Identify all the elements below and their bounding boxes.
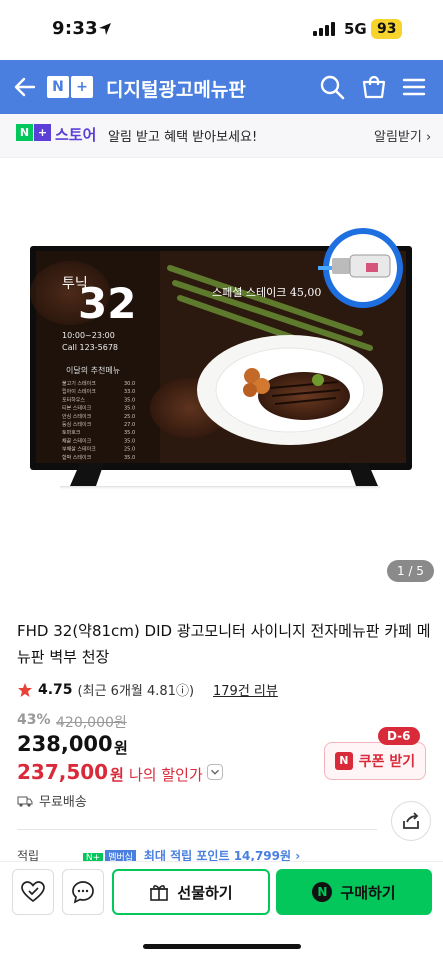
screen-menu-item: 함박 스테이크 [62, 454, 92, 461]
screen-menu-title: 이달의 추천메뉴 [66, 365, 120, 375]
coupon-n-icon: N [334, 752, 353, 770]
signal-icon [313, 22, 335, 36]
coupon-button[interactable]: N 쿠폰 받기 [324, 742, 426, 780]
my-price-label: 나의 할인가 [129, 766, 203, 784]
screen-special: 스페셜 스테이크 45,00 [212, 286, 321, 299]
talktalk-button[interactable] [62, 869, 104, 915]
banner-message: 알림 받고 혜택 받아보세요! [108, 130, 258, 145]
coupon-label: 쿠폰 받기 [358, 754, 416, 770]
share-button[interactable] [391, 801, 431, 841]
screen-menu-item: 포터하우스 [62, 396, 85, 403]
gallery-pager: 1 / 5 [387, 560, 434, 582]
gift-icon [150, 885, 169, 901]
wishlist-button[interactable] [12, 869, 54, 915]
membership-tag: 멤버십 [105, 850, 137, 861]
coupon-dday-badge: D-6 [378, 727, 420, 745]
status-time: 9:33 [52, 18, 98, 39]
back-arrow-icon[interactable] [12, 74, 38, 100]
truck-icon [17, 796, 33, 807]
share-icon [403, 812, 419, 829]
review-count-link[interactable]: 179건 리뷰 [213, 680, 278, 699]
chevron-down-icon[interactable] [207, 764, 223, 780]
screen-menu-price: 35.0 [124, 455, 135, 461]
cart-icon[interactable] [360, 73, 388, 101]
store-logo-plus: + [34, 124, 51, 141]
points-label: 적립 [17, 849, 40, 861]
chat-icon [72, 881, 94, 904]
screen-menu-price: 35.0 [124, 430, 135, 436]
screen-menu-price: 35.0 [124, 397, 135, 403]
screen-menu-item: 채끝 스테이크 [62, 437, 92, 444]
star-icon [18, 682, 32, 697]
sale-price: 238,000 [17, 732, 113, 756]
location-arrow-icon [99, 23, 111, 35]
gift-label: 선물하기 [177, 883, 233, 902]
screen-menu-price: 35.0 [124, 438, 135, 444]
screen-menu-item: 티본 스테이크 [62, 405, 92, 412]
network-label: 5G [344, 20, 367, 38]
naver-plus-logo[interactable]: N + [47, 76, 93, 98]
naver-pay-icon: N [312, 882, 333, 902]
product-image: 투닉 32 10:00~23:00 Call 123-5678 이달의 추천메뉴… [30, 228, 412, 490]
screen-menu-price: 25.0 [124, 447, 135, 453]
my-discount-price: 237,500 [17, 760, 109, 784]
gift-button[interactable]: 선물하기 [112, 869, 270, 915]
rating-row: 4.75 (최근 6개월 4.81ⓘ) 179건 리뷰 [17, 680, 278, 699]
screen-menu-item: 등심 스테이크 [62, 421, 92, 428]
screen-hours: 10:00~23:00 [62, 331, 115, 340]
menu-icon[interactable] [402, 75, 426, 99]
screen-menu-price: 33.0 [124, 389, 135, 395]
screen-menu-price: 35.0 [124, 406, 135, 412]
product-title: FHD 32(약81cm) DID 광고모니터 사이니지 전자메뉴판 카페 메뉴… [17, 622, 431, 666]
store-logo-n: N [16, 124, 33, 141]
np-tag: N+ [82, 853, 104, 861]
shipping-row: 무료배송 [17, 791, 87, 810]
screen-menu-price: 30.0 [124, 381, 135, 387]
sale-price-unit: 원 [114, 739, 128, 757]
heart-check-icon [21, 881, 45, 903]
points-row[interactable]: 적립 N+ 멤버십 최대 적립 포인트 14,799원 › [17, 847, 317, 861]
screen-menu-item: 안심 스테이크 [62, 413, 92, 420]
naver-store-logo: N + [16, 124, 51, 141]
buy-button[interactable]: N 구매하기 [276, 869, 432, 915]
screen-tel: Call 123-5678 [62, 343, 118, 352]
screen-menu-item: 토마호크 [62, 429, 81, 436]
buy-label: 구매하기 [340, 883, 396, 902]
rating-score: 4.75 [38, 681, 73, 698]
discount-rate: 43% [17, 712, 51, 728]
screen-menu-item: 불고기 스테이크 [62, 380, 96, 387]
store-label: 스토어 [55, 126, 97, 144]
search-icon[interactable] [318, 73, 346, 101]
screen-menu-price: 27.0 [124, 422, 135, 428]
notify-button[interactable]: 알림받기 › [374, 126, 431, 145]
home-indicator [143, 944, 301, 949]
product-image-gallery[interactable]: 투닉 32 10:00~23:00 Call 123-5678 이달의 추천메뉴… [0, 158, 443, 598]
screen-big-number: 32 [78, 279, 136, 328]
shipping-label: 무료배송 [39, 795, 87, 810]
store-title[interactable]: 디지털광고메뉴판 [106, 75, 246, 102]
rating-recent[interactable]: (최근 6개월 4.81ⓘ) [78, 680, 194, 699]
divider [17, 829, 377, 830]
screen-menu-item: 부채살 스테이크 [62, 446, 96, 453]
logo-n: N [47, 76, 69, 98]
original-price: 420,000원 [56, 715, 127, 731]
points-text: 최대 적립 포인트 14,799원 › [143, 849, 301, 861]
battery-badge: 93 [371, 19, 403, 39]
my-price-unit: 원 [110, 766, 124, 784]
screen-menu-item: 립아이 스테이크 [62, 388, 96, 395]
screen-menu-price: 25.0 [124, 414, 135, 420]
logo-plus: + [71, 76, 93, 98]
